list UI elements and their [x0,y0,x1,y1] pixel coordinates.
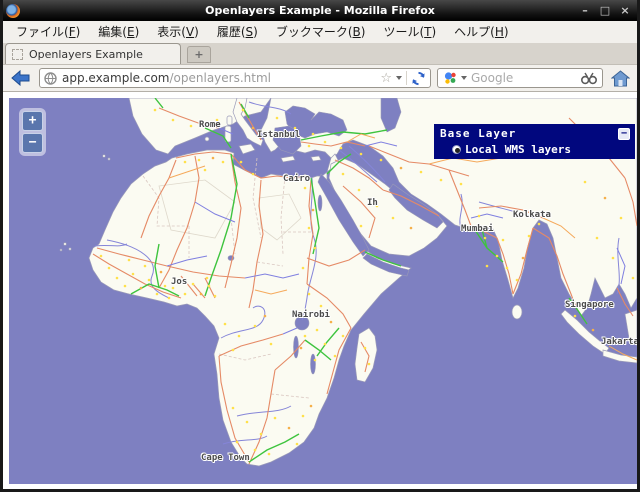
google-icon [443,71,457,85]
minimize-button[interactable]: – [578,0,592,21]
layer-radio[interactable] [452,145,461,154]
search-input[interactable]: Google [471,71,577,85]
search-box[interactable]: Google [437,68,603,88]
url-host: app.example.com [62,71,170,85]
map-label: Mumbai [461,224,494,234]
page-content: Rome Istanbul Cairo Ih Jos Nairobi Mumbai Kolka… [3,92,637,490]
back-button[interactable] [9,68,33,88]
url-bar[interactable]: app.example.com/openlayers.html ☆ [39,68,431,88]
zoom-out-button[interactable]: − [22,133,43,153]
tab-label: Openlayers Example [29,48,143,61]
search-engine-dropdown-icon[interactable] [461,76,467,80]
menu-h[interactable]: ヘルプ(H) [445,21,517,43]
layer-row: Local WMS layers [452,143,629,156]
window-title: Openlayers Example - Mozilla Firefox [0,4,640,17]
layer-switcher: Base Layer − Local WMS layers [434,124,635,159]
menu-f[interactable]: ファイル(F) [7,21,89,43]
url-dropdown-icon[interactable] [396,76,402,80]
map-label: Singapore [565,300,614,310]
menu-t[interactable]: ツール(T) [374,21,445,43]
openlayers-map[interactable]: Rome Istanbul Cairo Ih Jos Nairobi Mumbai Kolka… [9,98,637,484]
home-icon [611,70,630,87]
home-button[interactable] [609,68,631,88]
map-label: Jos [171,277,187,287]
tabbar: Openlayers Example + [3,43,637,65]
binoculars-icon[interactable] [581,72,597,85]
map-label: Kolkata [513,210,551,220]
menu-e[interactable]: 編集(E) [89,21,148,43]
menu-s[interactable]: 履歴(S) [208,21,267,43]
map-label: Cape Town [201,453,250,463]
url-path: /openlayers.html [170,71,272,85]
layer-label: Local WMS layers [465,143,571,156]
back-arrow-icon [11,70,31,86]
globe-icon [44,72,57,85]
map-label: Istanbul [257,130,300,140]
zoom-in-button[interactable]: + [22,111,43,131]
map-label: Rome [199,120,221,130]
menubar: ファイル(F)編集(E)表示(V)履歴(S)ブックマーク(B)ツール(T)ヘルプ… [3,21,637,43]
layer-list: Local WMS layers [440,143,629,156]
tab-openlayers-example[interactable]: Openlayers Example [5,43,181,64]
menu-b[interactable]: ブックマーク(B) [267,21,375,43]
layer-switcher-title: Base Layer [440,127,629,140]
firefox-window: Openlayers Example - Mozilla Firefox – □… [0,0,640,492]
menu-v[interactable]: 表示(V) [148,21,208,43]
maximize-button[interactable]: □ [598,0,612,21]
bookmark-star-icon[interactable]: ☆ [380,72,392,85]
divider [406,71,407,85]
map-label: Ih [367,198,378,208]
new-tab-button[interactable]: + [187,46,211,63]
navigation-toolbar: app.example.com/openlayers.html ☆ [3,65,637,92]
tab-favicon-placeholder-icon [12,49,23,60]
zoom-control: + − [19,108,46,156]
map-label: Jakarta [601,337,637,347]
layer-switcher-minimize-button[interactable]: − [618,128,630,140]
reload-icon[interactable] [411,71,426,86]
map-label: Nairobi [292,310,330,320]
map-label: Cairo [283,174,310,184]
titlebar: Openlayers Example - Mozilla Firefox – □… [0,0,640,21]
close-button[interactable]: × [618,0,632,21]
